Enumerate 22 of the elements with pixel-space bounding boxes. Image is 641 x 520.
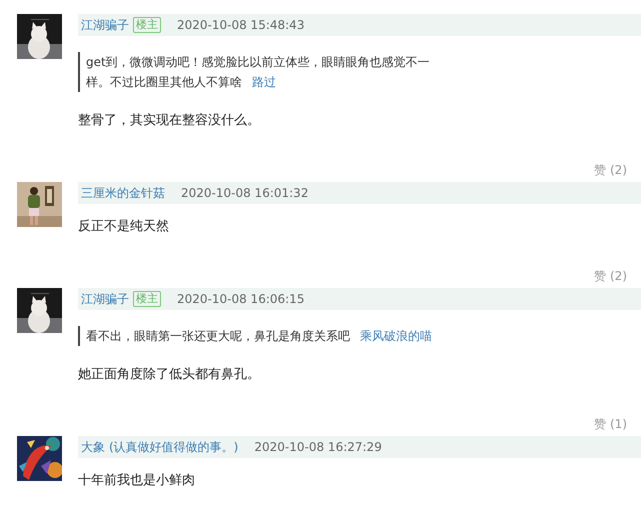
username[interactable]: 江湖骗子 [81,16,129,34]
username[interactable]: 江湖骗子 [81,290,129,308]
timestamp: 2020-10-08 15:48:43 [177,18,304,32]
comment-text: 十年前我也是小鲜肉 [78,472,196,490]
comment-text: 反正不是纯天然 [78,218,170,236]
comment-text: 她正面角度除了低头都有鼻孔。 [78,366,261,384]
op-badge: 楼主 [133,291,161,307]
comment-text: 整骨了，其实现在整容没什么。 [78,112,261,130]
username[interactable]: 三厘米的金针菇 [81,184,165,202]
like-count[interactable]: 赞 (2) [594,266,627,286]
quoted-reply: get到，微微调动吧！感觉脸比以前立体些，眼睛眼角也感觉不一样。不过比圈里其他人不算啥 路过 [78,52,436,92]
quoted-reply: 看不出，眼睛第一张还更大呢，鼻孔是角度关系吧 乘风破浪的喵 [78,326,436,346]
timestamp: 2020-10-08 16:27:29 [254,440,382,454]
op-badge: 楼主 [133,17,161,33]
user-signature: (认真做好值得做的事。) [109,438,238,456]
timestamp: 2020-10-08 16:06:15 [177,292,304,306]
username[interactable]: 大象 [81,438,105,456]
quoted-author-link[interactable]: 路过 [252,75,276,89]
like-count[interactable]: 赞 (2) [594,160,627,180]
quoted-author-link[interactable]: 乘风破浪的喵 [360,329,432,343]
like-count[interactable]: 赞 (1) [594,414,627,434]
timestamp: 2020-10-08 16:01:32 [181,186,308,200]
